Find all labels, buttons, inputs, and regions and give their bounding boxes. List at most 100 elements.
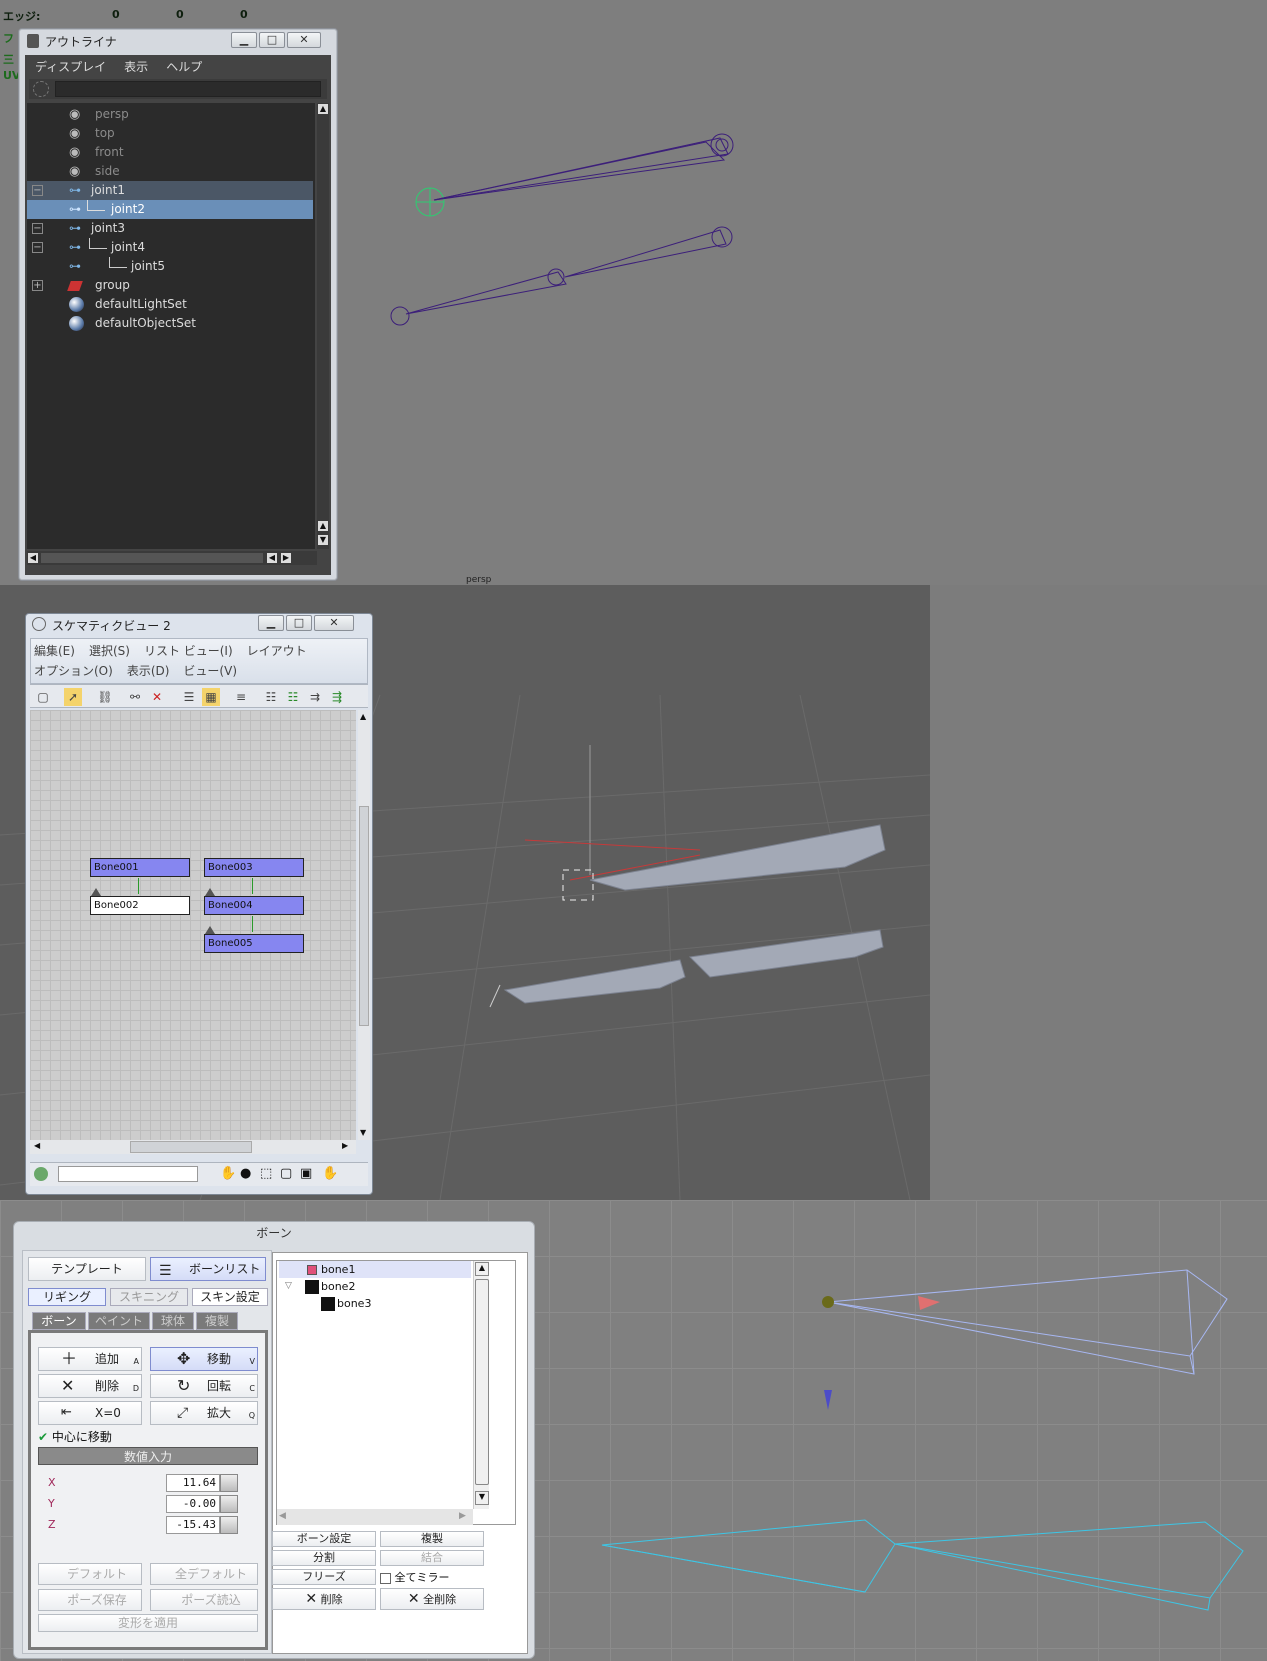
menu-display[interactable]: 表示(D) <box>127 662 170 679</box>
select-pointer-icon[interactable]: ➚ <box>64 688 82 706</box>
show-all-icon[interactable]: ⇶ <box>328 688 346 706</box>
close-button[interactable]: ✕ <box>287 32 321 48</box>
filter-icon[interactable] <box>33 81 49 97</box>
add-button[interactable]: ＋ 追加 A <box>38 1347 142 1371</box>
scroll-left-icon[interactable]: ◀ <box>267 553 277 563</box>
outliner-row-joint3[interactable]: − ⊶ joint3 <box>27 219 313 238</box>
bone-list[interactable]: bone1 ▽ bone2 bone3 ▲ ▼ ◀ ▶ <box>276 1260 516 1525</box>
move-center-checkbox[interactable]: ✔ 中心に移動 <box>38 1428 112 1445</box>
outliner-row-persp[interactable]: ◉ persp <box>27 105 313 124</box>
collapse-icon[interactable]: ⇉ <box>306 688 324 706</box>
bone-panel[interactable]: ボーン テンプレート ☰ ボーンリスト リギング スキニング スキン設定 ボーン… <box>13 1221 535 1659</box>
template-button[interactable]: テンプレート <box>28 1257 146 1281</box>
outliner-row-joint1[interactable]: − ⊶ joint1 <box>27 181 313 200</box>
arrange-icon[interactable]: ☷ <box>262 688 280 706</box>
scale-button[interactable]: ⤢ 拡大 Q <box>150 1401 258 1425</box>
duplicate-button[interactable]: 複製 <box>380 1531 484 1547</box>
menu-listview[interactable]: リスト ビュー(I) <box>144 642 233 659</box>
scroll-thumb[interactable] <box>475 1279 489 1485</box>
outliner-row-joint2[interactable]: ⊶ joint2 <box>27 200 313 219</box>
apply-deform-button[interactable]: 変形を適用 <box>38 1614 258 1632</box>
outliner-hscroll[interactable]: ◀ ◀ ▶ <box>27 551 317 565</box>
scroll-up-icon[interactable]: ▲ <box>475 1262 489 1276</box>
menu-view[interactable]: ビュー(V) <box>183 662 237 679</box>
bone-row-bone1[interactable]: bone1 <box>279 1261 471 1278</box>
subtab-duplicate[interactable]: 複製 <box>196 1312 238 1330</box>
outliner-row-top[interactable]: ◉ top <box>27 124 313 143</box>
y-spinner[interactable] <box>220 1495 238 1513</box>
node-bone003[interactable]: Bone003 <box>204 858 304 877</box>
pan-hand-icon[interactable]: ✋ <box>220 1166 236 1181</box>
maximize-button[interactable]: □ <box>259 32 285 48</box>
outliner-vscroll[interactable]: ▲ ▲ ▼ <box>317 103 329 549</box>
save-pose-button[interactable]: ポーズ保存 <box>38 1589 142 1611</box>
scroll-left-icon[interactable]: ◀ <box>28 553 38 563</box>
pan-view-icon[interactable]: ✋ <box>322 1166 338 1181</box>
expand-triangle-icon[interactable]: ▽ <box>285 1278 292 1295</box>
schematic-canvas[interactable]: Bone001 Bone002 Bone003 Bone004 Bone005 <box>30 710 356 1140</box>
subtab-paint[interactable]: ペイント <box>88 1312 150 1330</box>
node-bone001[interactable]: Bone001 <box>90 858 190 877</box>
collapse-icon[interactable]: − <box>32 185 43 196</box>
outliner-row-joint4[interactable]: − ⊶ joint4 <box>27 238 313 257</box>
minimize-button[interactable]: ▁ <box>258 615 284 631</box>
menu-select[interactable]: 選択(S) <box>89 642 130 659</box>
schematic-name-input[interactable] <box>58 1166 198 1182</box>
bonelist-button[interactable]: ☰ ボーンリスト <box>150 1257 266 1281</box>
scroll-up-icon[interactable]: ▲ <box>318 104 328 114</box>
expand-icon[interactable]: + <box>32 280 43 291</box>
outliner-row-joint5[interactable]: ⊶ joint5 <box>27 257 313 276</box>
tab-skinning[interactable]: スキニング <box>110 1288 188 1306</box>
menu-display[interactable]: ディスプレイ <box>35 58 106 75</box>
rotate-button[interactable]: ↻ 回転 C <box>150 1374 258 1398</box>
menu-help[interactable]: ヘルプ <box>166 58 202 75</box>
split-button[interactable]: 分割 <box>272 1550 376 1566</box>
all-default-button[interactable]: 全デフォルト <box>150 1563 258 1585</box>
default-button[interactable]: デフォルト <box>38 1563 142 1585</box>
subtab-sphere[interactable]: 球体 <box>152 1312 194 1330</box>
link-icon[interactable]: ⛓ <box>96 688 114 706</box>
menu-edit[interactable]: 編集(E) <box>34 642 75 659</box>
schematic-vscroll[interactable]: ▲ ▼ <box>358 710 370 1140</box>
outliner-row-front[interactable]: ◉ front <box>27 143 313 162</box>
outliner-search-input[interactable] <box>55 81 321 97</box>
outliner-window[interactable]: アウトライナ ▁ □ ✕ ディスプレイ 表示 ヘルプ ◉ persp ◉ top… <box>18 28 338 581</box>
numeric-input-header[interactable]: 数値入力 <box>38 1447 258 1465</box>
menu-layout[interactable]: レイアウト <box>247 642 307 659</box>
z-value-field[interactable]: -15.43 <box>166 1516 220 1534</box>
delete-button[interactable]: ✕ 削除 D <box>38 1374 142 1398</box>
scroll-left-icon[interactable]: ◀ <box>279 1511 286 1521</box>
collapse-icon[interactable]: − <box>32 223 43 234</box>
subtab-bone[interactable]: ボーン <box>32 1312 86 1330</box>
align-icon[interactable]: ≡ <box>232 688 250 706</box>
scroll-down-icon[interactable]: ▼ <box>318 535 328 545</box>
scroll-right-icon[interactable]: ▶ <box>281 553 291 563</box>
scroll-down-icon[interactable]: ▼ <box>360 1128 366 1137</box>
maximize-button[interactable]: □ <box>286 615 312 631</box>
collapse-icon[interactable]: − <box>32 242 43 253</box>
outliner-row-side[interactable]: ◉ side <box>27 162 313 181</box>
display-floater-icon[interactable]: ▢ <box>34 688 52 706</box>
delete-all-button[interactable]: ✕ 全削除 <box>380 1588 484 1610</box>
x-spinner[interactable] <box>220 1474 238 1492</box>
x-value-field[interactable]: 11.64 <box>166 1474 220 1492</box>
mirror-all-checkbox[interactable]: 全てミラー <box>380 1569 450 1585</box>
node-bone002[interactable]: Bone002 <box>90 896 190 915</box>
minimize-button[interactable]: ▁ <box>231 32 257 48</box>
bone-list-vscroll[interactable]: ▲ ▼ <box>473 1261 489 1509</box>
z-spinner[interactable] <box>220 1516 238 1534</box>
hierarchy-mode-icon[interactable]: ☰ <box>180 688 198 706</box>
x-zero-button[interactable]: ⇤ X=0 <box>38 1401 142 1425</box>
freeze-button[interactable]: フリーズ <box>272 1569 376 1585</box>
schematic-hscroll[interactable]: ◀ ▶ <box>30 1140 356 1154</box>
schematic-window[interactable]: スケマティクビュー 2 ▁ □ ✕ 編集(E) 選択(S) リスト ビュー(I)… <box>25 613 373 1195</box>
tab-skin-settings[interactable]: スキン設定 <box>192 1288 268 1306</box>
bone-delete-button[interactable]: ✕ 削除 <box>272 1588 376 1610</box>
bone-list-hscroll[interactable]: ◀ ▶ <box>277 1509 473 1525</box>
y-value-field[interactable]: -0.00 <box>166 1495 220 1513</box>
scroll-right-icon[interactable]: ▶ <box>459 1511 466 1521</box>
merge-button[interactable]: 結合 <box>380 1550 484 1566</box>
menu-options[interactable]: オプション(O) <box>34 662 113 679</box>
delete-icon[interactable]: ✕ <box>148 688 166 706</box>
scroll-down-icon[interactable]: ▼ <box>475 1491 489 1505</box>
